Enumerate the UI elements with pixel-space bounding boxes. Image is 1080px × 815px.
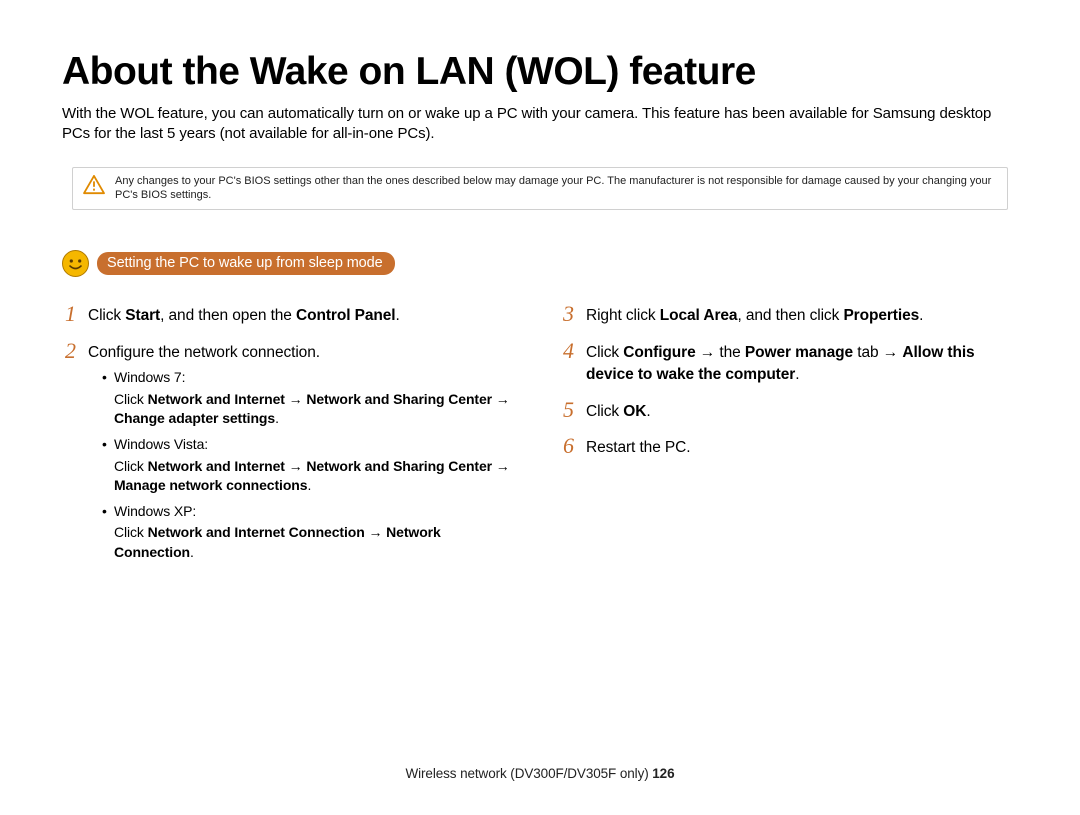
page-number: 126: [652, 766, 674, 781]
step-3: 3 Right click Local Area, and then click…: [560, 305, 1018, 327]
step-number: 3: [560, 303, 574, 325]
text: .: [795, 366, 799, 383]
step-text: Click OK.: [586, 401, 651, 423]
step-text: Click Configure → the Power manage tab →…: [586, 342, 1018, 387]
right-column: 3 Right click Local Area, and then click…: [560, 305, 1018, 582]
text: .: [646, 403, 650, 420]
text: , and then click: [737, 307, 843, 324]
step-text: Click Start, and then open the Control P…: [88, 305, 400, 327]
list-item: Windows XP:: [102, 502, 520, 522]
text: Click: [586, 403, 623, 420]
sub-list: Windows XP:: [88, 502, 520, 522]
intro-paragraph: With the WOL feature, you can automatica…: [62, 104, 1018, 145]
bold-text: Power manage: [745, 344, 853, 361]
bold-text: Start: [125, 307, 160, 324]
document-page: About the Wake on LAN (WOL) feature With…: [0, 0, 1080, 815]
text: .: [396, 307, 400, 324]
bold-text: Local Area: [660, 307, 738, 324]
bold-text: OK: [623, 403, 646, 420]
step-number: 2: [62, 340, 76, 362]
step-1: 1 Click Start, and then open the Control…: [62, 305, 520, 327]
bold-text: Change adapter settings: [114, 410, 275, 426]
step-2: 2 Configure the network connection. Wind…: [62, 342, 520, 569]
step-text: Restart the PC.: [586, 437, 690, 459]
step-number: 5: [560, 399, 574, 421]
step-4: 4 Click Configure → the Power manage tab…: [560, 342, 1018, 387]
warning-icon: [83, 175, 105, 195]
step-number: 6: [560, 435, 574, 457]
sub-list: Windows 7:: [88, 368, 520, 388]
list-item: Windows Vista:: [102, 435, 520, 455]
page-title: About the Wake on LAN (WOL) feature: [62, 50, 1018, 94]
step-text: Right click Local Area, and then click P…: [586, 305, 923, 327]
arrow-text: →: [285, 391, 306, 407]
left-column: 1 Click Start, and then open the Control…: [62, 305, 520, 582]
arrow-text: → the: [696, 344, 745, 361]
text: Right click: [586, 307, 660, 324]
text: .: [190, 544, 194, 560]
text: Click: [114, 458, 148, 474]
bold-text: Control Panel: [296, 307, 395, 324]
bold-text: Manage network connections: [114, 477, 307, 493]
text: Click: [114, 524, 148, 540]
bold-text: Network and Internet: [148, 458, 285, 474]
bold-text: Properties: [843, 307, 919, 324]
sub-list: Windows Vista:: [88, 435, 520, 455]
bold-text: Configure: [623, 344, 695, 361]
bold-text: Network and Sharing Center: [306, 391, 492, 407]
smile-badge-icon: [62, 250, 89, 277]
step-5: 5 Click OK.: [560, 401, 1018, 423]
step-6: 6 Restart the PC.: [560, 437, 1018, 459]
arrow-text: →: [492, 391, 510, 407]
arrow-text: →: [285, 458, 306, 474]
text: , and then open the: [160, 307, 296, 324]
text: Configure the network connection.: [88, 344, 320, 361]
page-footer: Wireless network (DV300F/DV305F only) 12…: [0, 766, 1080, 781]
text: .: [275, 410, 279, 426]
warning-text: Any changes to your PC's BIOS settings o…: [115, 174, 997, 204]
text: .: [307, 477, 311, 493]
sub-detail: Click Network and Internet → Network and…: [114, 457, 520, 496]
content-columns: 1 Click Start, and then open the Control…: [62, 305, 1018, 582]
warning-callout: Any changes to your PC's BIOS settings o…: [72, 167, 1008, 211]
sub-detail: Click Network and Internet Connection → …: [114, 523, 520, 562]
section-heading: Setting the PC to wake up from sleep mod…: [62, 250, 395, 277]
text: .: [919, 307, 923, 324]
list-item: Windows 7:: [102, 368, 520, 388]
arrow-text: →: [492, 458, 510, 474]
text: Click: [114, 391, 148, 407]
arrow-text: →: [365, 524, 386, 540]
section-badge-label: Setting the PC to wake up from sleep mod…: [97, 252, 395, 275]
arrow-text: tab →: [853, 344, 902, 361]
bold-text: Network and Internet Connection: [148, 524, 365, 540]
bold-text: Network and Sharing Center: [306, 458, 492, 474]
text: Click: [88, 307, 125, 324]
bold-text: Network and Internet: [148, 391, 285, 407]
footer-text: Wireless network (DV300F/DV305F only): [405, 766, 652, 781]
step-number: 1: [62, 303, 76, 325]
step-number: 4: [560, 340, 574, 362]
text: Click: [586, 344, 623, 361]
step-text: Configure the network connection. Window…: [88, 342, 520, 569]
sub-detail: Click Network and Internet → Network and…: [114, 390, 520, 429]
